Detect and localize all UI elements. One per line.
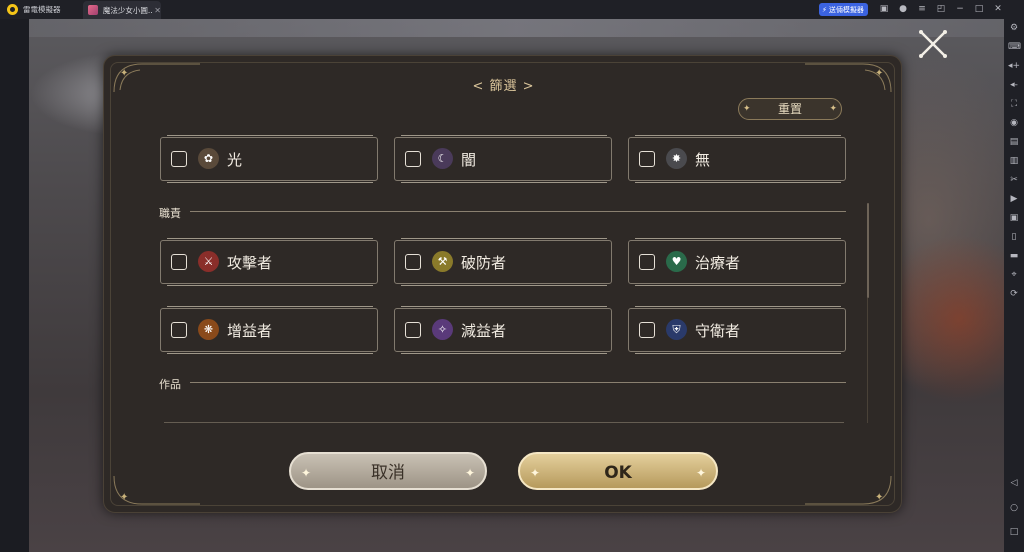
option-label: 破防者 [461,254,507,272]
lightning-icon: ⚡ [822,5,827,14]
emulator-titlebar: 雷電模擬器 魔法少女小圓... ✕ ⚡ 送倆模擬器 ▣ ● ≡ ◰ − □ ✕ [0,0,1024,19]
void-element-icon: ✸ [666,148,687,169]
close-icon[interactable]: ✕ [993,4,1003,14]
ldplayer-logo-icon [7,4,18,15]
breaker-icon: ⚒ [432,251,453,272]
checkbox[interactable] [405,322,421,338]
sparkle-icon: ✦ [464,466,475,480]
minimize-icon[interactable]: − [955,4,965,14]
reset-button[interactable]: 重置 [738,98,842,120]
option-label: 闇 [461,151,477,169]
home-icon[interactable]: ○ [1008,502,1020,514]
filter-option-breaker[interactable]: ⚒ 破防者 [394,238,612,286]
svg-text:✦: ✦ [120,492,128,503]
dialog-title: < 篩選 > [472,79,535,94]
section-divider [190,211,846,212]
background-scene [29,19,1004,37]
healer-icon: ♥ [666,251,687,272]
maximize-icon[interactable]: □ [974,4,984,14]
gamepad-icon[interactable]: ▣ [879,4,889,14]
option-label: 治療者 [695,254,741,272]
tab-game[interactable]: 魔法少女小圓... ✕ [83,1,161,19]
menu-icon[interactable]: ≡ [917,4,927,14]
option-label: 光 [227,151,243,169]
user-icon[interactable]: ● [898,4,908,14]
gps-icon[interactable]: ⌖ [1008,269,1020,281]
option-label: 守衛者 [695,322,741,340]
light-element-icon: ✿ [198,148,219,169]
checkbox[interactable] [171,151,187,167]
sparkle-icon: ✦ [530,466,541,480]
attacker-icon: ⚔ [198,251,219,272]
fullscreen-icon[interactable]: ⛶ [1008,98,1020,110]
tab-label: 魔法少女小圓... [102,5,153,15]
section-divider [164,422,844,423]
option-label: 減益者 [461,322,507,340]
filter-option-dark[interactable]: ☾ 闇 [394,135,612,183]
scrollbar-thumb[interactable] [867,203,869,298]
scissors-icon[interactable]: ✂ [1008,174,1020,186]
dark-element-icon: ☾ [432,148,453,169]
location-icon[interactable]: ◉ [1008,117,1020,129]
filter-dialog: ✦ ✦ ✦ ✦ < 篩選 > 重置 ✿ 光 ☾ 闇 ✸ 無 職責 [103,55,902,513]
collapse-icon[interactable]: ◰ [936,4,946,14]
sparkle-icon: ✦ [695,466,706,480]
keyboard-icon[interactable]: ⌨ [1008,41,1021,53]
filter-option-attacker[interactable]: ⚔ 攻擊者 [160,238,378,286]
back-icon[interactable]: ◁ [1008,477,1020,489]
filter-option-debuffer[interactable]: ✧ 減益者 [394,306,612,354]
checkbox[interactable] [639,322,655,338]
close-dialog-icon[interactable] [916,27,950,61]
cancel-button[interactable]: ✦ 取消 ✦ [289,452,487,490]
corner-ornament-icon: ✦ [113,475,200,505]
debuffer-icon: ✧ [432,319,453,340]
volume-down-icon[interactable]: ◂- [1008,79,1020,91]
phone-icon[interactable]: ▯ [1008,231,1020,243]
tab-close-icon[interactable]: ✕ [154,6,161,15]
game-app-icon [88,5,98,15]
filter-option-healer[interactable]: ♥ 治療者 [628,238,846,286]
checkbox[interactable] [171,254,187,270]
checkbox[interactable] [639,254,655,270]
filter-option-buffer[interactable]: ❋ 增益者 [160,306,378,354]
section-label-role: 職責 [159,207,181,220]
recents-icon[interactable]: □ [1008,526,1020,538]
ok-button[interactable]: ✦ OK ✦ [518,452,718,490]
sync-icon[interactable]: ⟳ [1008,288,1020,300]
svg-text:✦: ✦ [875,492,883,503]
checkbox[interactable] [171,322,187,338]
filter-option-light[interactable]: ✿ 光 [160,135,378,183]
sparkle-icon: ✦ [301,466,312,480]
multi-instance-icon[interactable]: ▥ [1008,155,1020,167]
corner-ornament-icon: ✦ [805,475,892,505]
folder-icon[interactable]: ▬ [1008,250,1020,262]
option-label: 增益者 [227,322,273,340]
buffer-icon: ❋ [198,319,219,340]
settings-icon[interactable]: ⚙ [1008,22,1020,34]
option-label: 無 [695,151,711,169]
section-divider [190,382,846,383]
filter-option-defender[interactable]: ⛨ 守衛者 [628,306,846,354]
scrollbar-track[interactable] [867,298,868,423]
promo-button[interactable]: ⚡ 送倆模擬器 [819,3,868,16]
defender-icon: ⛨ [666,319,687,340]
cancel-label: 取消 [371,463,405,483]
checkbox[interactable] [639,151,655,167]
promo-label: 送倆模擬器 [828,5,864,14]
option-label: 攻擊者 [227,254,273,272]
section-label-works: 作品 [159,378,181,391]
record-icon[interactable]: ▶ [1008,193,1020,205]
emulator-toolbar: ⚙ ⌨ ◂+ ◂- ⛶ ◉ ▤ ▥ ✂ ▶ ▣ ▯ ▬ ⌖ ⟳ ◁ ○ □ [1004,19,1024,552]
checkbox[interactable] [405,151,421,167]
volume-up-icon[interactable]: ◂+ [1008,60,1020,72]
app-name: 雷電模擬器 [23,5,61,14]
ok-label: OK [604,463,632,483]
checkbox[interactable] [405,254,421,270]
filter-option-void[interactable]: ✸ 無 [628,135,846,183]
install-apk-icon[interactable]: ▤ [1008,136,1020,148]
screenshot-icon[interactable]: ▣ [1008,212,1020,224]
